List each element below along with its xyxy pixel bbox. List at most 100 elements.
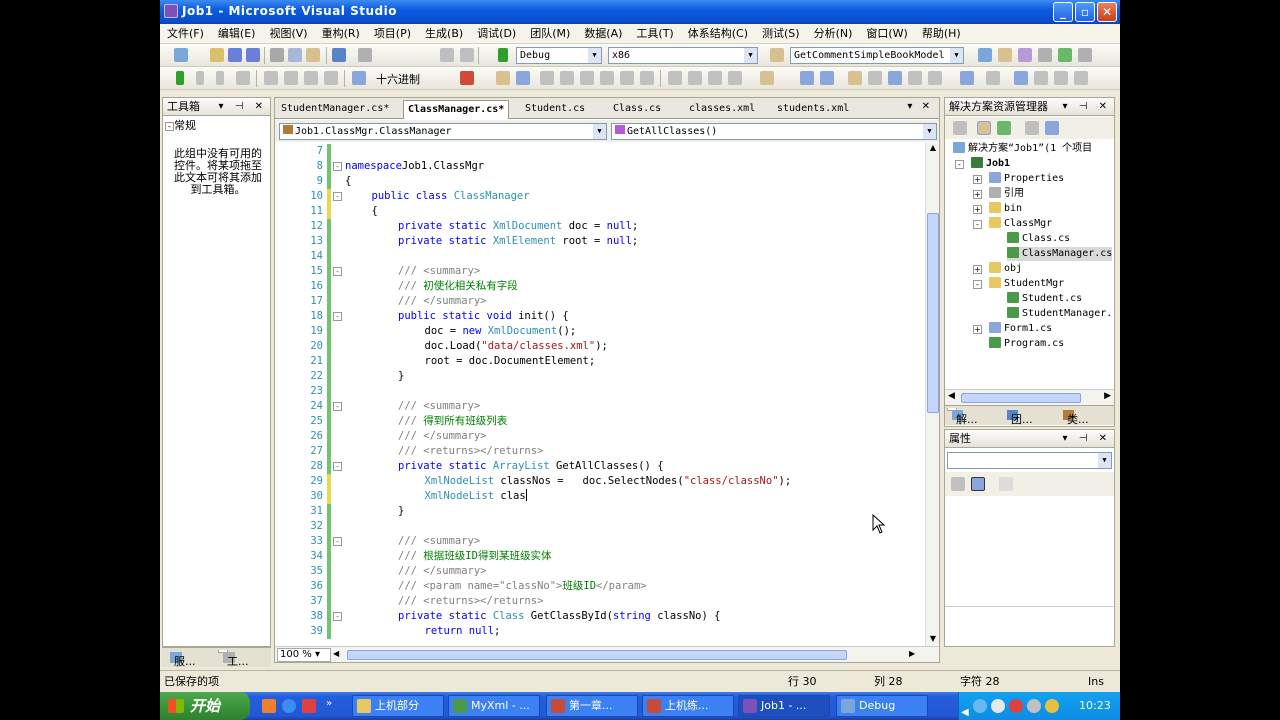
pane-controls[interactable]: ▾ ⊣ ✕ bbox=[1063, 430, 1111, 447]
show-all-files-icon[interactable] bbox=[977, 121, 991, 135]
fold-toggle-icon[interactable]: - bbox=[333, 192, 342, 201]
tab-team-explorer[interactable]: 团... bbox=[1003, 408, 1033, 426]
menu-item[interactable]: 测试(S) bbox=[755, 24, 807, 43]
tree-expander-icon[interactable]: - bbox=[973, 220, 982, 229]
scroll-up-icon[interactable]: ▲ bbox=[927, 143, 939, 155]
find-in-files-icon[interactable] bbox=[770, 48, 784, 62]
lock-controls-icon[interactable] bbox=[848, 71, 862, 85]
code-line[interactable]: 14 bbox=[275, 249, 925, 264]
tab-order-icon[interactable] bbox=[800, 71, 814, 85]
fold-toggle-icon[interactable]: - bbox=[333, 462, 342, 471]
fold-toggle-icon[interactable]: - bbox=[333, 312, 342, 321]
type-combo[interactable]: Job1.ClassMgr.ClassManager ▼ bbox=[279, 123, 607, 140]
title-bar[interactable]: Job1 - Microsoft Visual Studio _ ▫ ✕ bbox=[160, 0, 1120, 24]
taskbar-button[interactable]: 第一章... bbox=[546, 695, 638, 717]
tree-item[interactable]: 解决方案“Job1”(1 个项目 bbox=[953, 142, 1092, 156]
scroll-left-icon[interactable]: ◀ bbox=[333, 649, 339, 658]
quicklaunch-app-icon[interactable] bbox=[262, 699, 276, 713]
code-line[interactable]: 7 bbox=[275, 144, 925, 159]
internet-explorer-icon[interactable] bbox=[282, 699, 296, 713]
hexadecimal-toggle[interactable]: 十六进制 bbox=[376, 71, 420, 87]
tree-item[interactable]: bin bbox=[989, 202, 1022, 216]
code-line[interactable]: 33 - /// <summary> bbox=[275, 534, 925, 549]
bookmark-icon[interactable] bbox=[540, 71, 554, 85]
cut-icon[interactable] bbox=[270, 48, 284, 62]
scroll-right-icon[interactable]: ▶ bbox=[1104, 391, 1111, 401]
code-text-area[interactable]: 7 8- namespaceJob1.ClassMgr 9{10- public cla… bbox=[275, 143, 925, 646]
code-line[interactable]: 38 - private static Class GetClassById(str… bbox=[275, 609, 925, 624]
code-line[interactable]: 30 XmlNodeList clas bbox=[275, 489, 925, 504]
tree-item[interactable]: StudentManager. bbox=[1007, 307, 1112, 321]
next-bookmark-folder-icon[interactable] bbox=[620, 71, 634, 85]
breakpoints-icon[interactable] bbox=[460, 71, 474, 85]
tree-item[interactable]: ClassMgr bbox=[989, 217, 1052, 231]
antivirus-icon[interactable] bbox=[1009, 699, 1023, 713]
close-tab-icon[interactable]: ▾ ✕ bbox=[907, 101, 933, 112]
view-code-icon[interactable] bbox=[1025, 121, 1039, 135]
code-line[interactable]: 15 - /// <summary> bbox=[275, 264, 925, 279]
code-line[interactable]: 29 XmlNodeList classNos = doc.SelectNodes… bbox=[275, 474, 925, 489]
horizontal-scroll-thumb[interactable] bbox=[347, 650, 847, 660]
tree-item[interactable]: Class.cs bbox=[1007, 232, 1070, 246]
navigate-back-icon[interactable] bbox=[460, 48, 474, 62]
code-line[interactable]: 39 return null; bbox=[275, 624, 925, 639]
next-bookmark-icon[interactable] bbox=[580, 71, 594, 85]
pane-controls[interactable]: ▾ ⊣ ✕ bbox=[219, 98, 267, 115]
property-pages-icon[interactable] bbox=[999, 477, 1013, 491]
vertical-scrollbar[interactable]: ▲ ▼ bbox=[925, 143, 939, 646]
code-line[interactable]: 17 /// </summary> bbox=[275, 294, 925, 309]
tree-expander-icon[interactable]: - bbox=[955, 160, 964, 169]
code-line[interactable]: 10 - public class ClassManager bbox=[275, 189, 925, 204]
code-line[interactable]: 13 private static XmlElement root = null; bbox=[275, 234, 925, 249]
collapse-icon[interactable]: - bbox=[165, 122, 174, 131]
wifi-icon[interactable] bbox=[1027, 699, 1041, 713]
more-quicklaunch-icon[interactable]: » bbox=[326, 698, 332, 709]
toolbox-group[interactable]: - 常规 bbox=[165, 117, 196, 133]
menu-item[interactable]: 窗口(W) bbox=[859, 24, 914, 43]
tree-item[interactable]: Student.cs bbox=[1007, 292, 1082, 306]
step-out-icon[interactable] bbox=[324, 71, 338, 85]
solution-hscrollbar[interactable]: ◀ ▶ bbox=[945, 389, 1114, 405]
comment-icon[interactable] bbox=[496, 71, 510, 85]
fold-toggle-icon[interactable]: - bbox=[333, 267, 342, 276]
start-page-icon[interactable] bbox=[1058, 48, 1072, 62]
tree-expander-icon[interactable]: + bbox=[973, 205, 982, 214]
properties-header[interactable]: 属性 ▾ ⊣ ✕ bbox=[945, 430, 1114, 448]
format-icon[interactable] bbox=[668, 71, 682, 85]
object-browser-icon[interactable] bbox=[1018, 48, 1032, 62]
code-line[interactable]: 11 { bbox=[275, 204, 925, 219]
code-line[interactable]: 18 - public static void init() { bbox=[275, 309, 925, 324]
code-line[interactable]: 12 private static XmlDocument doc = null; bbox=[275, 219, 925, 234]
undo-icon[interactable] bbox=[332, 48, 346, 62]
horizontal-scrollbar[interactable]: 100 % ▾ ◀ ▶ bbox=[275, 646, 939, 662]
start-button[interactable]: 开始 bbox=[160, 692, 250, 720]
new-project-icon[interactable] bbox=[174, 48, 188, 62]
code-line[interactable]: 25 /// 得到所有班级列表 bbox=[275, 414, 925, 429]
code-line[interactable]: 24 - /// <summary> bbox=[275, 399, 925, 414]
window-layout-icon[interactable] bbox=[986, 71, 1000, 85]
quick-watch-icon[interactable] bbox=[352, 71, 366, 85]
code-line[interactable]: 22} bbox=[275, 369, 925, 384]
menu-item[interactable]: 工具(T) bbox=[629, 24, 680, 43]
scroll-down-icon[interactable]: ▼ bbox=[927, 634, 939, 646]
code-line[interactable]: 36 /// <param name="classNo">班级ID</param> bbox=[275, 579, 925, 594]
tree-expander-icon[interactable]: + bbox=[973, 175, 982, 184]
scroll-right-icon[interactable]: ▶ bbox=[909, 649, 915, 658]
vertical-spacing-icon[interactable] bbox=[928, 71, 942, 85]
tree-item[interactable]: StudentMgr bbox=[989, 277, 1064, 291]
menu-item[interactable]: 项目(P) bbox=[367, 24, 418, 43]
code-line[interactable]: 21 root = doc.DocumentElement; bbox=[275, 354, 925, 369]
continue-icon[interactable] bbox=[176, 71, 184, 85]
tree-item[interactable]: obj bbox=[989, 262, 1022, 276]
tree-item[interactable]: Job1 bbox=[971, 157, 1010, 171]
tree-expander-icon[interactable]: + bbox=[973, 325, 982, 334]
stop-debugging-icon[interactable] bbox=[216, 71, 224, 85]
tree-item[interactable]: Form1.cs bbox=[989, 322, 1052, 336]
save-icon[interactable] bbox=[228, 48, 242, 62]
menu-item[interactable]: 数据(A) bbox=[577, 24, 629, 43]
code-line[interactable]: 20 doc.Load("data/classes.xml"); bbox=[275, 339, 925, 354]
size-icon[interactable] bbox=[708, 71, 722, 85]
document-tab[interactable]: StudentManager.cs* bbox=[277, 100, 393, 119]
code-line[interactable]: 27 /// <returns></returns> bbox=[275, 444, 925, 459]
solution-explorer-header[interactable]: 解决方案资源管理器 ▾ ⊣ ✕ bbox=[945, 98, 1114, 116]
